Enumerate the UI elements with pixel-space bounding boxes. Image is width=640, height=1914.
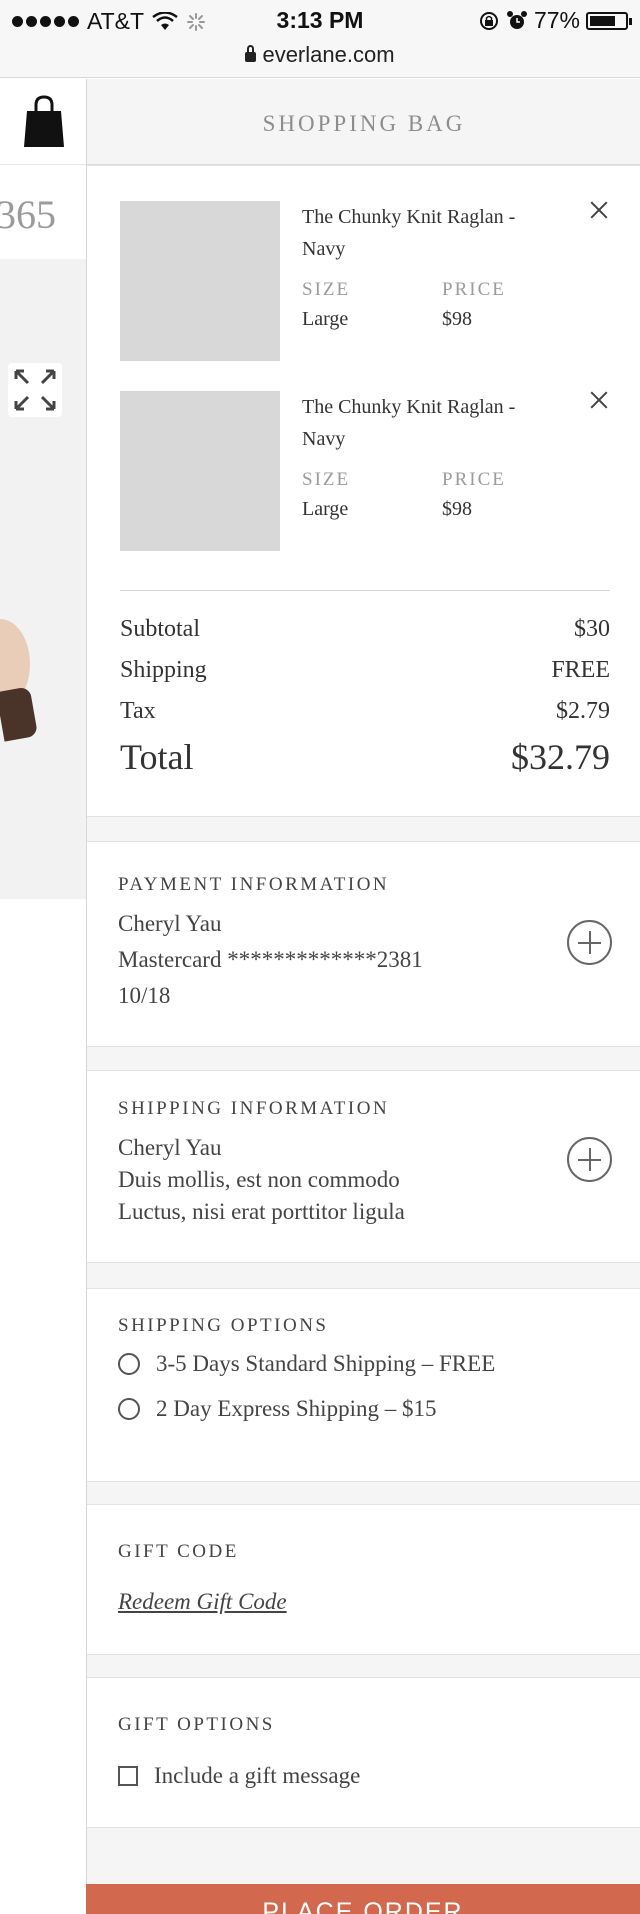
total-value: $32.79 [511,737,610,777]
alarm-icon [506,10,527,29]
shipping-options-section: SHIPPING OPTIONS 3-5 Days Standard Shipp… [87,1288,640,1482]
remove-item-icon[interactable] [588,389,610,411]
redeem-gift-code-link[interactable]: Redeem Gift Code [118,1589,287,1615]
total-label: Total [120,737,194,777]
payment-name: Cheryl Yau [118,911,222,936]
tax-row: Tax $2.79 [120,698,610,725]
shipping-option-label: 2 Day Express Shipping – $15 [156,1396,437,1421]
item-name[interactable]: The Chunky Knit Raglan - Navy [302,201,562,265]
expand-button[interactable] [8,363,62,417]
place-order-button[interactable]: PLACE ORDER [86,1884,640,1914]
shipping-options-title: SHIPPING OPTIONS [118,1315,329,1336]
url-text: everlane.com [262,42,395,67]
shipping-name: Cheryl Yau [118,1135,222,1160]
shipping-option-label: 3-5 Days Standard Shipping – FREE [156,1351,496,1376]
panel-header: SHOPPING BAG [87,79,640,165]
bag-item: The Chunky Knit Raglan - Navy SIZE Large… [120,391,610,551]
status-bar: AT&T 3:13 PM 77% [0,0,640,38]
expand-icon [14,369,56,411]
shopping-bag-panel: SHOPPING BAG The Chunky Knit Raglan - Na… [86,79,640,1914]
shipping-row: Shipping FREE [120,657,610,684]
lock-icon [245,45,257,62]
gift-message-checkbox[interactable] [118,1766,138,1786]
rotation-lock-icon [479,11,498,30]
item-price-value: $98 [442,498,472,520]
subtotal-label: Subtotal [120,616,201,642]
item-size-value: Large [302,498,349,520]
shipping-option-express[interactable]: 2 Day Express Shipping – $15 [118,1396,436,1422]
gift-message-label: Include a gift message [154,1763,361,1788]
item-price-label: PRICE [442,469,506,490]
battery-icon [586,11,632,30]
shipping-option-standard[interactable]: 3-5 Days Standard Shipping – FREE [118,1351,495,1377]
subtotal-value: $30 [574,616,610,642]
shipping-value: FREE [551,657,610,683]
shipping-address-line1: Duis mollis, est non commodo [118,1167,400,1192]
item-price-label: PRICE [442,279,506,300]
panel-title: SHOPPING BAG [262,111,466,136]
model-bag-strap [0,686,39,742]
item-size-label: SIZE [302,469,351,490]
status-right: 77% [478,7,632,34]
summary-divider [120,590,610,591]
gift-message-option[interactable]: Include a gift message [118,1763,360,1789]
item-size-value: Large [302,308,349,330]
bag-items-card: The Chunky Knit Raglan - Navy SIZE Large… [87,165,640,817]
shipping-address-line2: Luctus, nisi erat porttitor ligula [118,1199,405,1224]
shipping-information-section: SHIPPING INFORMATION Cheryl Yau Duis mol… [87,1070,640,1263]
gift-code-title: GIFT CODE [118,1541,239,1562]
payment-title: PAYMENT INFORMATION [118,874,390,895]
tax-value: $2.79 [556,698,610,724]
gift-options-section: GIFT OPTIONS Include a gift message [87,1677,640,1828]
address-bar[interactable]: everlane.com [0,38,640,78]
item-name[interactable]: The Chunky Knit Raglan - Navy [302,391,562,455]
payment-information-section: PAYMENT INFORMATION Cheryl Yau Mastercar… [87,841,640,1047]
tax-label: Tax [120,698,156,724]
remove-item-icon[interactable] [588,199,610,221]
payment-card: Mastercard *************2381 [118,947,423,972]
item-price-value: $98 [442,308,472,330]
battery-percent: 77% [533,7,580,33]
subtotal-row: Subtotal $30 [120,616,610,643]
item-thumbnail[interactable] [120,391,280,551]
shipping-label: Shipping [120,657,207,683]
item-thumbnail[interactable] [120,201,280,361]
radio-button[interactable] [118,1353,140,1375]
total-row: Total $32.79 [120,736,610,778]
background-header [0,79,86,165]
background-price: 365 [0,192,56,237]
add-shipping-icon[interactable] [567,1137,612,1182]
payment-expiry: 10/18 [118,983,171,1008]
radio-button[interactable] [118,1398,140,1420]
bag-item: The Chunky Knit Raglan - Navy SIZE Large… [120,201,610,361]
gift-code-section: GIFT CODE Redeem Gift Code [87,1504,640,1655]
background-page: 365 [0,79,86,1914]
add-payment-icon[interactable] [567,920,612,965]
shipping-info-title: SHIPPING INFORMATION [118,1098,390,1119]
shopping-bag-icon[interactable] [23,93,65,149]
item-size-label: SIZE [302,279,351,300]
gift-options-title: GIFT OPTIONS [118,1714,275,1735]
product-image [0,259,86,899]
